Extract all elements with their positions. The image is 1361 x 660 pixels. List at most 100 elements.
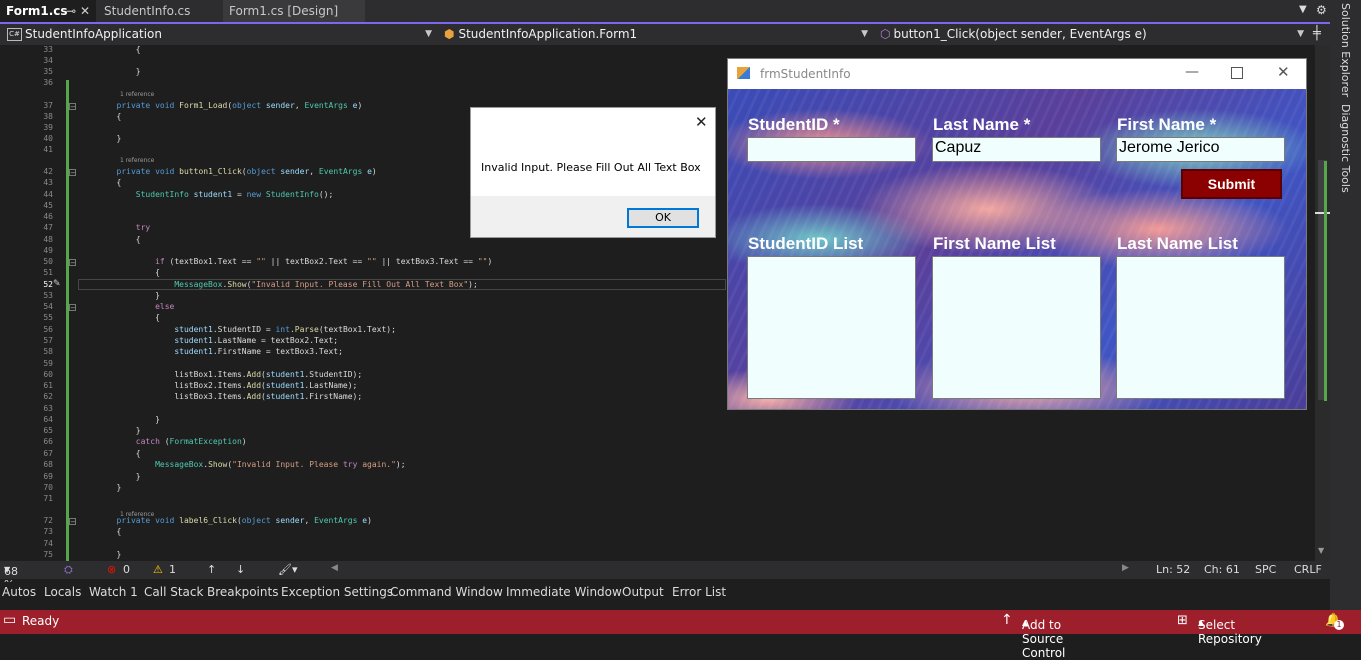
- notification-count-badge: 1: [1334, 620, 1344, 630]
- first-name-listbox[interactable]: [932, 256, 1101, 399]
- last-name-listbox[interactable]: [1116, 256, 1285, 399]
- collapse-region-icon[interactable]: −: [69, 259, 76, 267]
- warning-icon[interactable]: ⚠: [153, 563, 163, 576]
- member-dropdown[interactable]: ⬡ button1_Click(object sender, EventArgs …: [876, 26, 1308, 43]
- first-name-textbox[interactable]: Jerome Jerico: [1116, 137, 1285, 162]
- message-text: Invalid Input. Please Fill Out All Text …: [481, 161, 701, 174]
- code-line: else: [155, 302, 175, 311]
- codelens-reference[interactable]: 1 reference: [120, 511, 154, 518]
- tab-locals[interactable]: Locals: [44, 585, 81, 599]
- class-icon: ⬢: [444, 27, 455, 41]
- tab-autos[interactable]: Autos: [2, 585, 36, 599]
- code-line: }: [78, 291, 160, 300]
- tab-immediate-window[interactable]: Immediate Window: [506, 585, 622, 599]
- label-student-id: StudentID *: [748, 115, 840, 134]
- tab-exception-settings[interactable]: Exception Settings: [281, 585, 393, 599]
- line-number: 73: [43, 527, 53, 536]
- member-name: button1_Click(object sender, EventArgs e…: [893, 27, 1147, 41]
- split-window-icon[interactable]: ╪: [1313, 26, 1321, 41]
- scroll-left-icon[interactable]: ◀: [331, 563, 338, 573]
- submit-button[interactable]: Submit: [1181, 169, 1282, 199]
- scroll-right-icon[interactable]: ▶: [1122, 563, 1129, 573]
- tab-call-stack[interactable]: Call Stack: [144, 585, 203, 599]
- close-icon[interactable]: ✕: [1277, 63, 1290, 81]
- scroll-down-icon[interactable]: ▼: [1318, 546, 1324, 555]
- maximize-icon[interactable]: [1231, 67, 1243, 79]
- code-line: }: [78, 67, 141, 76]
- code-line: }: [78, 415, 160, 424]
- line-number: 33: [43, 45, 53, 54]
- tab-studentinfo-cs[interactable]: StudentInfo.cs: [98, 0, 222, 22]
- line-number: 52: [43, 280, 53, 289]
- code-line: }: [78, 483, 122, 492]
- tab-output[interactable]: Output: [622, 585, 664, 599]
- collapse-region-icon[interactable]: −: [69, 304, 76, 312]
- tab-overflow-chevron-icon[interactable]: ▼: [1299, 4, 1307, 15]
- error-count: 0: [123, 563, 130, 576]
- code-line: MessageBox.Show("Invalid Input. Please F…: [174, 280, 478, 289]
- collapse-region-icon[interactable]: −: [69, 103, 76, 111]
- pin-icon[interactable]: ⊸: [66, 4, 76, 18]
- tab-command-window[interactable]: Command Window: [390, 585, 503, 599]
- minimize-icon[interactable]: —: [1185, 64, 1199, 80]
- line-number: 42: [43, 167, 53, 176]
- line-number: 49: [43, 246, 53, 255]
- code-line: }: [78, 472, 141, 481]
- class-dropdown[interactable]: ⬢ StudentInfoApplication.Form1 ▼: [440, 26, 872, 43]
- line-number: 59: [43, 359, 53, 368]
- project-dropdown[interactable]: C# StudentInfoApplication ▼: [2, 26, 436, 43]
- tab-form1-design[interactable]: Form1.cs [Design]: [223, 0, 365, 22]
- code-cleanup-icon[interactable]: 🖌▾: [278, 563, 298, 576]
- close-icon[interactable]: ✕: [695, 113, 708, 131]
- codelens-reference[interactable]: 1 reference: [120, 91, 154, 98]
- next-issue-arrow-icon[interactable]: ↓: [236, 563, 245, 576]
- diagnostic-tools-tab[interactable]: Diagnostic Tools: [1339, 104, 1352, 193]
- message-box-dialog: ✕ Invalid Input. Please Fill Out All Tex…: [470, 107, 716, 238]
- label-first-name-list: First Name List: [933, 234, 1056, 253]
- code-line: {: [78, 527, 122, 536]
- line-number: 34: [43, 56, 53, 65]
- close-icon[interactable]: ✕: [80, 4, 90, 18]
- change-tracking-bar: [66, 80, 69, 561]
- ok-button[interactable]: OK: [627, 208, 699, 228]
- code-line: {: [78, 235, 141, 244]
- editor-status-row: 68 % ▼ ⛭ ⊗ 0 ⚠ 1 ↑ ↓ 🖌▾ ◀ ▶ Ln: 52 Ch: 6…: [0, 561, 1330, 591]
- line-number: 69: [43, 472, 53, 481]
- editor-vertical-scrollbar[interactable]: ▼: [1315, 45, 1330, 561]
- codelens-reference[interactable]: 1 reference: [120, 157, 154, 164]
- last-name-textbox[interactable]: Capuz: [932, 137, 1101, 162]
- line-number-gutter: 33 34 35 36 37 38 39 40 41 42 43 44 45 46 47 48 49 50 51 52…: [0, 45, 56, 561]
- code-line: student1.StudentID = int.Parse(textBox1.…: [174, 325, 396, 334]
- line-ending-indicator[interactable]: CRLF: [1294, 563, 1322, 576]
- student-id-textbox[interactable]: [747, 137, 916, 162]
- spaces-indicator[interactable]: SPC: [1255, 563, 1276, 576]
- error-icon[interactable]: ⊗: [107, 563, 116, 576]
- solution-explorer-tab[interactable]: Solution Explorer: [1339, 3, 1352, 97]
- label-student-id-list: StudentID List: [748, 234, 864, 253]
- line-number: 47: [43, 223, 53, 232]
- gear-icon[interactable]: ⚙: [1316, 3, 1327, 17]
- output-window-icon[interactable]: ▭: [3, 612, 16, 628]
- previous-issue-arrow-icon[interactable]: ↑: [207, 563, 216, 576]
- code-line: {: [78, 112, 122, 121]
- student-id-listbox[interactable]: [747, 256, 916, 399]
- collapse-region-icon[interactable]: −: [69, 169, 76, 177]
- chevron-down-icon: ▼: [1297, 29, 1304, 39]
- tab-label: StudentInfo.cs: [104, 4, 191, 18]
- code-line: if (textBox1.Text == "" || textBox2.Text…: [155, 257, 493, 266]
- tab-breakpoints[interactable]: Breakpoints: [207, 585, 278, 599]
- scrollbar-change-marks: [1324, 161, 1327, 401]
- warning-count: 1: [169, 563, 176, 576]
- tab-error-list[interactable]: Error List: [672, 585, 726, 599]
- label-first-name: First Name *: [1117, 115, 1217, 134]
- tab-form1-cs[interactable]: Form1.cs ⊸ ✕: [0, 0, 96, 22]
- message-box-footer: OK: [471, 196, 715, 237]
- line-number: 36: [43, 78, 53, 87]
- line-number: 70: [43, 483, 53, 492]
- line-number: 75: [43, 550, 53, 559]
- collapse-region-icon[interactable]: −: [69, 518, 76, 526]
- form-title-bar[interactable]: frmStudentInfo — ✕: [728, 59, 1306, 89]
- tab-watch-1[interactable]: Watch 1: [89, 585, 138, 599]
- code-line: student1.FirstName = textBox3.Text;: [174, 347, 343, 356]
- intellicode-icon[interactable]: ⛭: [64, 563, 73, 577]
